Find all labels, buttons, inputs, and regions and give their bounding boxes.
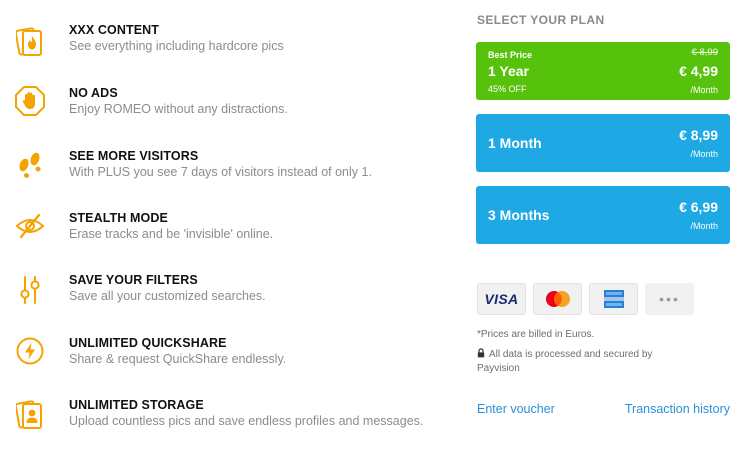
- feature-description: Enjoy ROMEO without any distractions.: [69, 102, 288, 116]
- plan-old-price: € 8,99: [691, 47, 718, 58]
- security-note-text: All data is processed and secured by Pay…: [477, 349, 653, 374]
- feature-unlimited-storage: UNLIMITED STORAGE Upload countless pics …: [0, 397, 450, 447]
- mastercard-payment-button[interactable]: [533, 283, 582, 315]
- best-price-badge: Best Price: [488, 50, 533, 60]
- plan-name: 3 Months: [488, 207, 550, 223]
- amex-payment-button[interactable]: [589, 283, 638, 315]
- feature-description: With PLUS you see 7 days of visitors ins…: [69, 165, 372, 179]
- amex-card-icon: [603, 290, 624, 308]
- features-list: XXX CONTENT See everything including har…: [0, 0, 450, 453]
- transaction-history-link[interactable]: Transaction history: [625, 402, 730, 416]
- feature-description: Share & request QuickShare endlessly.: [69, 352, 287, 366]
- stop-hand-icon: [14, 83, 46, 119]
- footprints-icon: [14, 148, 46, 184]
- more-dots-icon: •••: [659, 291, 680, 307]
- feature-description: See everything including hardcore pics: [69, 39, 284, 53]
- prices-note: *Prices are billed in Euros.: [477, 329, 595, 340]
- feature-no-ads: NO ADS Enjoy ROMEO without any distracti…: [0, 85, 450, 135]
- profile-card-icon: [14, 397, 46, 433]
- security-note: All data is processed and secured by Pay…: [477, 348, 697, 376]
- fire-card-icon: [14, 24, 46, 60]
- eye-slash-icon: [14, 208, 46, 244]
- plan-name: 1 Month: [488, 135, 542, 151]
- lock-icon: [477, 348, 485, 358]
- mastercard-icon: [545, 291, 570, 307]
- feature-stealth-mode: STEALTH MODE Erase tracks and be 'invisi…: [0, 210, 450, 260]
- plan-discount: 45% OFF: [488, 84, 527, 94]
- filter-sliders-icon: [14, 272, 46, 308]
- visa-logo: VISA: [484, 291, 519, 307]
- feature-title: SEE MORE VISITORS: [69, 149, 199, 163]
- plan-heading: SELECT YOUR PLAN: [477, 13, 605, 27]
- feature-title: NO ADS: [69, 86, 118, 100]
- payment-methods: VISA •••: [476, 283, 738, 315]
- feature-title: UNLIMITED QUICKSHARE: [69, 336, 227, 350]
- plan-1-year-button[interactable]: Best Price 1 Year 45% OFF € 8,99 € 4,99 …: [476, 42, 730, 100]
- enter-voucher-link[interactable]: Enter voucher: [477, 402, 555, 416]
- more-payment-options-button[interactable]: •••: [645, 283, 694, 315]
- feature-title: STEALTH MODE: [69, 211, 168, 225]
- plan-period: /Month: [690, 85, 718, 95]
- feature-see-more-visitors: SEE MORE VISITORS With PLUS you see 7 da…: [0, 148, 450, 198]
- feature-description: Erase tracks and be 'invisible' online.: [69, 227, 274, 241]
- plan-name: 1 Year: [488, 63, 530, 79]
- feature-title: XXX CONTENT: [69, 23, 159, 37]
- visa-payment-button[interactable]: VISA: [477, 283, 526, 315]
- feature-title: SAVE YOUR FILTERS: [69, 273, 198, 287]
- plan-period: /Month: [690, 149, 718, 159]
- plan-panel: SELECT YOUR PLAN Best Price 1 Year 45% O…: [476, 0, 738, 453]
- feature-unlimited-quickshare: UNLIMITED QUICKSHARE Share & request Qui…: [0, 335, 450, 385]
- feature-description: Save all your customized searches.: [69, 289, 266, 303]
- plan-price: € 6,99: [679, 199, 718, 215]
- feature-xxx-content: XXX CONTENT See everything including har…: [0, 22, 450, 72]
- feature-description: Upload countless pics and save endless p…: [69, 414, 424, 428]
- plan-3-months-button[interactable]: 3 Months € 6,99 /Month: [476, 186, 730, 244]
- plan-price: € 8,99: [679, 127, 718, 143]
- feature-save-filters: SAVE YOUR FILTERS Save all your customiz…: [0, 272, 450, 322]
- plan-period: /Month: [690, 221, 718, 231]
- lightning-icon: [14, 333, 46, 369]
- plan-price: € 4,99: [679, 63, 718, 79]
- feature-title: UNLIMITED STORAGE: [69, 398, 204, 412]
- plan-1-month-button[interactable]: 1 Month € 8,99 /Month: [476, 114, 730, 172]
